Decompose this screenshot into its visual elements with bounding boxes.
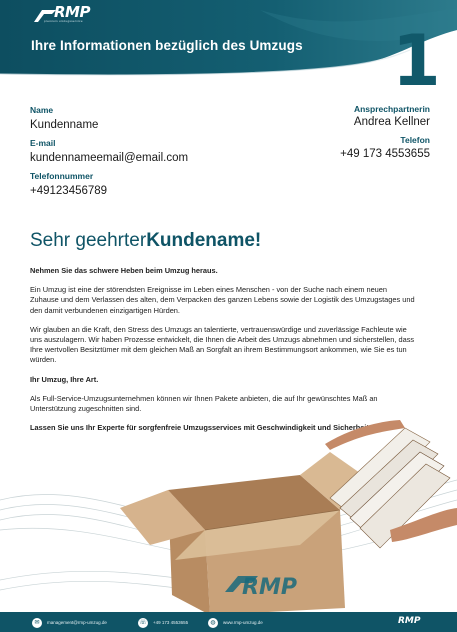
footer-email[interactable]: ✉ management@rmp-umzug.de (32, 617, 107, 628)
logo-tagline: premium umzugsservice (44, 19, 83, 23)
phone-icon: ☏ (138, 617, 148, 628)
globe-icon: ◍ (208, 617, 218, 628)
moving-box-illustration: RMP (0, 380, 457, 620)
paragraph-belief: Wir glauben an die Kraft, den Stress des… (30, 324, 415, 365)
phone-value: +49123456789 (30, 185, 108, 197)
greeting-name: Kundename! (146, 230, 262, 251)
page: RMP premium umzugsservice Ihre Informati… (0, 0, 457, 632)
name-value: Kundenname (30, 119, 99, 131)
contact-person-value: Andrea Kellner (353, 116, 430, 128)
footer-logo: RMP (398, 616, 421, 626)
contact-person-label: Ansprechpartnerin (353, 104, 430, 114)
paragraph-intro: Nehmen Sie das schwere Heben beim Umzug … (30, 266, 218, 275)
footer-website-text: www.rmp-umzug.de (223, 620, 263, 625)
footer-email-text: management@rmp-umzug.de (47, 620, 107, 625)
box-logo-text: RMP (242, 575, 297, 600)
greeting-heading: Sehr geehrterKundename! (30, 230, 261, 252)
contact-phone-label: Telefon (400, 135, 430, 145)
phone-label: Telefonnummer (30, 171, 94, 181)
mail-icon: ✉ (32, 617, 42, 628)
email-label: E-mail (30, 138, 56, 148)
name-label: Name (30, 105, 54, 115)
footer-phone[interactable]: ☏ +49 173 4553655 (138, 617, 188, 628)
footer: ✉ management@rmp-umzug.de ☏ +49 173 4553… (0, 612, 457, 632)
contact-phone-value: +49 173 4553655 (340, 148, 430, 160)
paragraph-stress: Ein Umzug ist eine der störendsten Ereig… (30, 285, 415, 315)
page-number: 1 (392, 20, 441, 102)
page-title: Ihre Informationen bezüglich des Umzugs (31, 38, 303, 53)
greeting-prefix: Sehr geehrter (30, 230, 147, 251)
email-value: kundennameemail@email.com (30, 152, 189, 164)
footer-phone-text: +49 173 4553655 (153, 620, 189, 625)
footer-website[interactable]: ◍ www.rmp-umzug.de (208, 617, 263, 628)
header-band: RMP premium umzugsservice Ihre Informati… (0, 0, 457, 96)
books-in-hands (325, 420, 457, 549)
